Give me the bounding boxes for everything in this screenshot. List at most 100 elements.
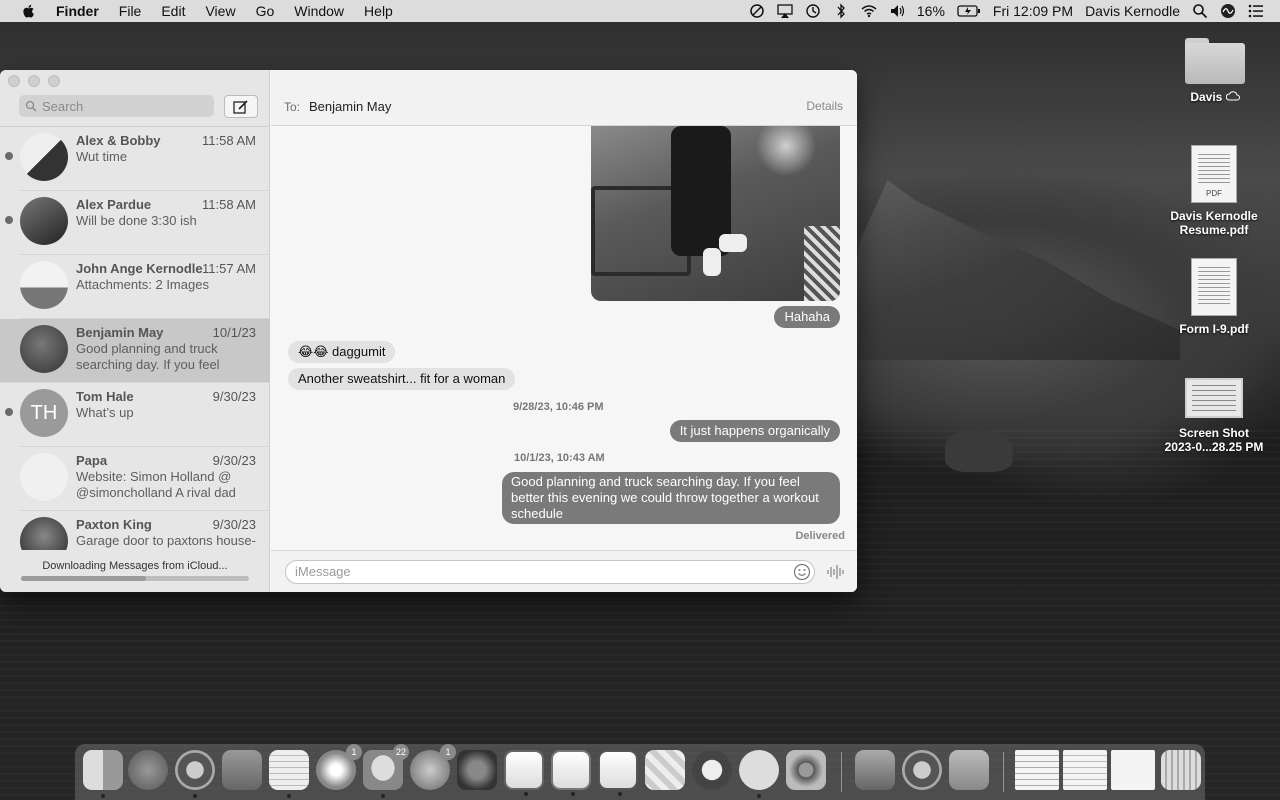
desktop-folder-davis[interactable]: Davis xyxy=(1150,38,1280,104)
search-icon xyxy=(25,100,37,112)
conversation-time: 11:58 AM xyxy=(202,133,256,148)
dock-trash-icon[interactable] xyxy=(1161,750,1201,790)
window-controls xyxy=(8,75,60,87)
wifi-icon[interactable] xyxy=(861,3,877,19)
dock-notes-icon[interactable] xyxy=(269,750,309,798)
close-window-button[interactable] xyxy=(8,75,20,87)
menu-view[interactable]: View xyxy=(205,3,235,19)
spotlight-search-icon[interactable] xyxy=(1192,3,1208,19)
avatar xyxy=(20,261,68,309)
icloud-download-progress xyxy=(21,576,249,581)
fast-user-switch[interactable]: Davis Kernodle xyxy=(1085,3,1180,19)
dock-stickies-icon[interactable] xyxy=(645,750,685,790)
avatar xyxy=(20,517,68,550)
conversation-papa[interactable]: Papa 9/30/23 Website: Simon Holland @ @s… xyxy=(20,447,270,511)
dock-finder-icon[interactable] xyxy=(83,750,123,798)
conversation-list: Alex & Bobby 11:58 AM Wut time Alex Pard… xyxy=(0,126,270,550)
minimize-window-button[interactable] xyxy=(28,75,40,87)
dock-system-preferences-icon[interactable] xyxy=(457,750,497,790)
dock-badge: 1 xyxy=(440,744,456,760)
dock-powerpoint-icon[interactable] xyxy=(551,750,591,796)
dock-word-icon[interactable] xyxy=(504,750,544,796)
message-bubble-incoming[interactable]: Another sweatshirt... fit for a woman xyxy=(288,368,516,390)
search-input[interactable]: Search xyxy=(19,95,214,117)
to-label: To: xyxy=(284,100,301,114)
dock-mail-icon[interactable] xyxy=(222,750,262,790)
avatar-initials: TH xyxy=(20,389,68,437)
dock-messages-icon[interactable]: 22 xyxy=(363,744,409,798)
conversation-time: 9/30/23 xyxy=(212,389,256,404)
conversation-paxton-king[interactable]: Paxton King 9/30/23 Garage door to paxto… xyxy=(20,511,270,550)
desktop-file-screenshot[interactable]: Screen Shot 2023-0...28.25 PM xyxy=(1149,378,1279,454)
desktop-icon-label: Davis xyxy=(1150,90,1280,104)
menu-file[interactable]: File xyxy=(119,3,142,19)
delivered-status: Delivered xyxy=(795,530,845,542)
dock-preview-icon[interactable] xyxy=(855,750,895,790)
dock-window-thumbnail-icon[interactable] xyxy=(1015,750,1059,790)
icloud-download-status: Downloading Messages from iCloud... xyxy=(42,560,228,572)
desktop-file-form-i9[interactable]: Form I-9.pdf xyxy=(1149,258,1279,336)
dock-window-thumbnail-icon[interactable] xyxy=(1063,750,1107,790)
dock: 1 22 1 xyxy=(75,744,1205,800)
menu-window[interactable]: Window xyxy=(294,3,344,19)
zoom-window-button[interactable] xyxy=(48,75,60,87)
menubar-clock[interactable]: Fri 12:09 PM xyxy=(993,3,1073,19)
compose-new-message-button[interactable] xyxy=(224,95,258,118)
message-bubble-incoming[interactable]: 😂😂 daggumit xyxy=(288,341,396,363)
imessage-input[interactable]: iMessage xyxy=(285,560,815,584)
dock-chrome-apps-icon[interactable] xyxy=(902,750,942,790)
desktop-file-resume-pdf[interactable]: PDF Davis Kernodle Resume.pdf xyxy=(1149,145,1279,237)
details-button[interactable]: Details xyxy=(806,99,843,113)
dock-spotify-icon[interactable] xyxy=(739,750,779,798)
desktop-icon-label: Form I-9.pdf xyxy=(1179,322,1249,336)
dock-launchpad-icon[interactable] xyxy=(128,750,168,790)
dock-photos-icon[interactable]: 1 xyxy=(316,744,362,790)
conversation-name: Paxton King xyxy=(76,517,152,532)
message-bubble-outgoing[interactable]: Good planning and truck searching day. I… xyxy=(502,472,840,524)
emoji-picker-icon[interactable] xyxy=(793,563,811,581)
dock-separator xyxy=(841,752,842,792)
dock-disk-utility-icon[interactable] xyxy=(786,750,826,790)
battery-percent[interactable]: 16% xyxy=(917,3,945,19)
battery-charging-icon[interactable] xyxy=(957,3,981,19)
recipient-name[interactable]: Benjamin May xyxy=(309,99,391,114)
menu-help[interactable]: Help xyxy=(364,3,393,19)
conversation-preview: Wut time xyxy=(76,149,128,164)
conversation-sidebar: Search Alex & Bobby 11:58 AM Wut time Al… xyxy=(0,70,270,592)
message-bubble-outgoing[interactable]: It just happens organically xyxy=(669,420,840,442)
desktop-wallpaper-rock xyxy=(945,430,1013,472)
screenshot-icon xyxy=(1185,378,1243,418)
volume-icon[interactable] xyxy=(889,3,905,19)
bluetooth-icon[interactable] xyxy=(833,3,849,19)
dock-excel-icon[interactable] xyxy=(598,750,638,796)
conversation-time: 10/1/23 xyxy=(212,325,256,340)
message-bubble-outgoing[interactable]: Hahaha xyxy=(774,306,840,328)
do-not-disturb-icon[interactable] xyxy=(749,3,765,19)
dock-facetime-icon[interactable] xyxy=(949,750,989,790)
siri-icon[interactable] xyxy=(1220,3,1236,19)
conversation-john-ange-kernodle[interactable]: John Ange Kernodle 11:57 AM Attachments:… xyxy=(20,255,270,319)
conversation-name: Papa xyxy=(76,453,108,468)
conversation-name: Alex & Bobby xyxy=(76,133,161,148)
dock-window-thumbnail-icon[interactable] xyxy=(1111,750,1155,790)
dock-badge: 22 xyxy=(392,744,409,760)
dock-app-store-icon[interactable]: 1 xyxy=(410,744,456,790)
notification-center-icon[interactable] xyxy=(1248,3,1264,19)
menu-edit[interactable]: Edit xyxy=(161,3,185,19)
menu-go[interactable]: Go xyxy=(256,3,275,19)
message-image-attachment[interactable] xyxy=(591,126,840,301)
audio-message-icon[interactable] xyxy=(826,563,846,581)
folder-icon xyxy=(1185,38,1245,84)
conversation-benjamin-may[interactable]: Benjamin May 10/1/23 Good planning and t… xyxy=(0,319,270,383)
time-machine-icon[interactable] xyxy=(805,3,821,19)
dock-news-icon[interactable] xyxy=(692,750,732,790)
conversation-alex-bobby[interactable]: Alex & Bobby 11:58 AM Wut time xyxy=(5,127,270,191)
conversation-alex-pardue[interactable]: Alex Pardue 11:58 AM Will be done 3:30 i… xyxy=(5,191,270,255)
menu-app-name[interactable]: Finder xyxy=(56,3,99,19)
airplay-icon[interactable] xyxy=(777,3,793,19)
dock-chrome-icon[interactable] xyxy=(175,750,215,798)
conversation-tom-hale[interactable]: TH Tom Hale 9/30/23 What’s up xyxy=(5,383,270,447)
message-timestamp: 9/28/23, 10:46 PM xyxy=(513,401,604,413)
apple-logo-icon[interactable] xyxy=(20,3,38,19)
chat-pane: To: Benjamin May Details Hahaha 😂😂 daggu… xyxy=(271,70,857,592)
